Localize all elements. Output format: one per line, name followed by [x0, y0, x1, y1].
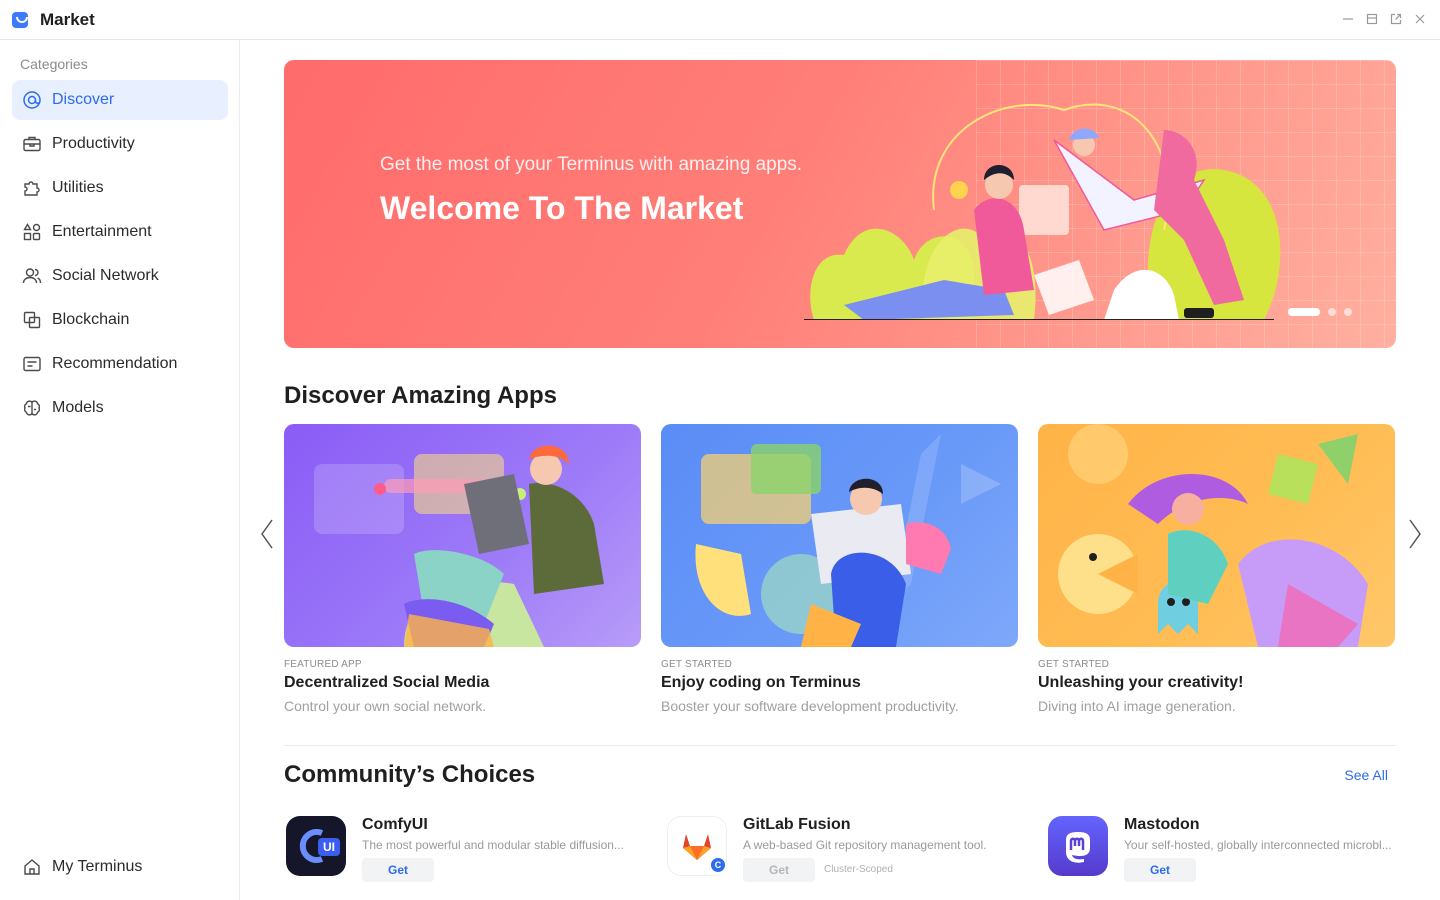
sidebar-item-discover[interactable]: Discover	[12, 80, 228, 120]
svg-text:UI: UI	[323, 840, 335, 854]
sidebar-item-label: Recommendation	[52, 355, 178, 372]
sidebar: Categories Discover Productivity Utiliti…	[0, 40, 240, 900]
title-bar: Market	[0, 0, 1440, 40]
card-title: Enjoy coding on Terminus	[661, 674, 861, 691]
card-title: Unleashing your creativity!	[1038, 674, 1244, 691]
app-item-comfyui[interactable]: UI ComfyUI The most powerful and modular…	[286, 816, 631, 886]
banner-subtitle: Get the most of your Terminus with amazi…	[380, 154, 803, 175]
app-description: Your self-hosted, globally interconnecte…	[1124, 838, 1392, 852]
shapes-icon	[22, 222, 42, 242]
community-section-title: Community’s Choices	[284, 761, 536, 788]
discover-card-social[interactable]: FEATURED APP Decentralized Social Media …	[284, 424, 641, 714]
sidebar-item-models[interactable]: Models	[12, 388, 228, 428]
app-description: A web-based Git repository management to…	[743, 838, 987, 852]
maximize-icon[interactable]	[1364, 12, 1380, 28]
banner-dot-3[interactable]	[1344, 308, 1352, 316]
users-icon	[22, 266, 42, 286]
app-name: ComfyUI	[362, 816, 428, 833]
banner-dot-2[interactable]	[1328, 308, 1336, 316]
discover-section-title: Discover Amazing Apps	[284, 382, 557, 409]
carousel-prev-arrow[interactable]	[258, 514, 278, 554]
app-item-gitlab-fusion[interactable]: C GitLab Fusion A web-based Git reposito…	[667, 816, 1012, 886]
mastodon-icon	[1048, 816, 1108, 876]
main-content: Get the most of your Terminus with amazi…	[240, 40, 1440, 900]
app-scope-label: Cluster-Scoped	[824, 864, 893, 875]
cluster-badge: C	[709, 856, 727, 874]
sidebar-item-recommendation[interactable]: Recommendation	[12, 344, 228, 384]
sidebar-item-blockchain[interactable]: Blockchain	[12, 300, 228, 340]
sidebar-item-label: Utilities	[52, 179, 104, 196]
categories-heading: Categories	[20, 56, 88, 72]
see-all-link[interactable]: See All	[1344, 767, 1388, 783]
sidebar-item-label: Models	[52, 399, 104, 416]
banner-illustration	[804, 103, 1281, 320]
sidebar-item-label: Discover	[52, 91, 115, 108]
puzzle-icon	[22, 178, 42, 198]
sidebar-item-utilities[interactable]: Utilities	[12, 168, 228, 208]
sidebar-item-label: Blockchain	[52, 311, 130, 328]
home-icon	[22, 857, 42, 877]
discover-card-coding[interactable]: GET STARTED Enjoy coding on Terminus Boo…	[661, 424, 1018, 714]
discover-icon	[22, 90, 42, 110]
card-tag: GET STARTED	[1038, 659, 1110, 670]
carousel-next-arrow[interactable]	[1404, 514, 1424, 554]
hero-banner[interactable]: Get the most of your Terminus with amazi…	[284, 60, 1396, 348]
sidebar-item-social-network[interactable]: Social Network	[12, 256, 228, 296]
section-divider	[284, 745, 1396, 746]
get-button[interactable]: Get	[1124, 858, 1196, 882]
list-card-icon	[22, 354, 42, 374]
sidebar-item-label: Productivity	[52, 135, 135, 152]
window-title: Market	[40, 10, 95, 29]
blocks-icon	[22, 310, 42, 330]
banner-pagination	[1288, 308, 1352, 316]
brain-icon	[22, 398, 42, 418]
card-description: Booster your software development produc…	[661, 698, 959, 714]
card-tag: GET STARTED	[661, 659, 733, 670]
briefcase-icon	[22, 134, 42, 154]
banner-dot-1[interactable]	[1288, 308, 1320, 316]
card-image	[284, 424, 641, 647]
minimize-icon[interactable]	[1340, 12, 1356, 28]
card-image	[1038, 424, 1395, 647]
sidebar-item-label: Social Network	[52, 267, 159, 284]
get-button[interactable]: Get	[743, 858, 815, 882]
card-description: Control your own social network.	[284, 698, 487, 714]
popout-icon[interactable]	[1388, 12, 1404, 28]
close-icon[interactable]	[1412, 12, 1428, 28]
app-name: GitLab Fusion	[743, 816, 851, 833]
card-title: Decentralized Social Media	[284, 674, 490, 691]
sidebar-item-label: Entertainment	[52, 223, 152, 240]
market-logo-icon	[12, 12, 28, 28]
app-name: Mastodon	[1124, 816, 1200, 833]
comfyui-icon: UI	[286, 816, 346, 876]
app-item-mastodon[interactable]: Mastodon Your self-hosted, globally inte…	[1048, 816, 1393, 886]
card-tag: FEATURED APP	[284, 659, 362, 670]
app-description: The most powerful and modular stable dif…	[362, 838, 624, 852]
banner-title: Welcome To The Market	[380, 190, 744, 226]
sidebar-item-label: My Terminus	[52, 858, 143, 875]
card-image	[661, 424, 1018, 647]
card-description: Diving into AI image generation.	[1038, 698, 1236, 714]
sidebar-item-my-terminus[interactable]: My Terminus	[12, 847, 228, 887]
sidebar-item-productivity[interactable]: Productivity	[12, 124, 228, 164]
discover-card-creativity[interactable]: GET STARTED Unleashing your creativity! …	[1038, 424, 1395, 714]
sidebar-item-entertainment[interactable]: Entertainment	[12, 212, 228, 252]
get-button[interactable]: Get	[362, 858, 434, 882]
